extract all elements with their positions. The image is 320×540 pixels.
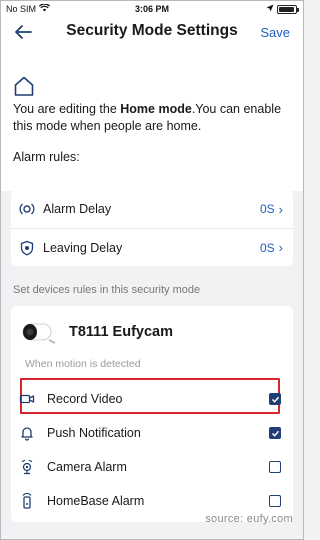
mode-prefix: You are editing the (13, 102, 121, 116)
status-bar: No SIM 3:06 PM (1, 1, 303, 19)
alarm-rules-card: Alarm Delay 0S › Leaving Delay 0S › (11, 190, 293, 266)
page-title: Security Mode Settings (66, 22, 238, 39)
device-rules-label: Set devices rules in this security mode (13, 284, 201, 296)
eufycam-image (21, 320, 59, 344)
home-icon (13, 75, 35, 97)
mode-intro: You are editing the Home mode.You can en… (1, 45, 303, 191)
status-right (266, 4, 299, 14)
homebase-alarm-icon (19, 493, 35, 509)
homebase-alarm-label: HomeBase Alarm (47, 494, 145, 508)
push-notification-label: Push Notification (47, 426, 141, 440)
camera-alarm-icon (19, 459, 35, 475)
device-rules-card: T8111 Eufycam When motion is detected Re… (11, 306, 293, 522)
status-time: 3:06 PM (134, 4, 169, 14)
device-name: T8111 Eufycam (69, 324, 173, 340)
location-arrow-icon (266, 4, 274, 14)
battery-fill (279, 6, 294, 12)
video-camera-icon (19, 391, 35, 407)
chevron-right-icon: › (278, 201, 283, 217)
record-video-checkbox[interactable] (269, 393, 281, 405)
record-video-label: Record Video (47, 392, 123, 406)
save-button[interactable]: Save (260, 25, 290, 40)
mode-description: You are editing the Home mode.You can en… (13, 101, 291, 135)
shield-icon (19, 240, 35, 256)
device-header: T8111 Eufycam (11, 306, 293, 358)
push-notification-row[interactable]: Push Notification (11, 416, 293, 450)
alarm-delay-value: 0S (259, 202, 275, 216)
leaving-delay-label: Leaving Delay (43, 240, 123, 255)
alarm-rules-label: Alarm rules: (13, 150, 80, 164)
motion-note: When motion is detected (25, 358, 141, 370)
bell-icon (19, 425, 35, 441)
source-credit: source: eufy.com (205, 513, 293, 525)
camera-alarm-checkbox[interactable] (269, 461, 281, 473)
camera-alarm-label: Camera Alarm (47, 460, 127, 474)
chevron-right-icon: › (278, 240, 283, 255)
leaving-delay-value: 0S (259, 240, 275, 255)
alarm-delay-row[interactable]: Alarm Delay 0S › (11, 190, 293, 228)
mode-name: Home mode (120, 102, 192, 116)
record-video-row[interactable]: Record Video (11, 382, 293, 416)
homebase-alarm-checkbox[interactable] (269, 495, 281, 507)
push-notification-checkbox[interactable] (269, 427, 281, 439)
battery-icon (277, 4, 299, 14)
camera-alarm-row[interactable]: Camera Alarm (11, 450, 293, 484)
alarm-delay-icon (19, 201, 35, 217)
nav-header: Security Mode Settings Save (1, 19, 303, 45)
leaving-delay-row[interactable]: Leaving Delay 0S › (11, 228, 293, 266)
alarm-delay-label: Alarm Delay (43, 202, 112, 216)
